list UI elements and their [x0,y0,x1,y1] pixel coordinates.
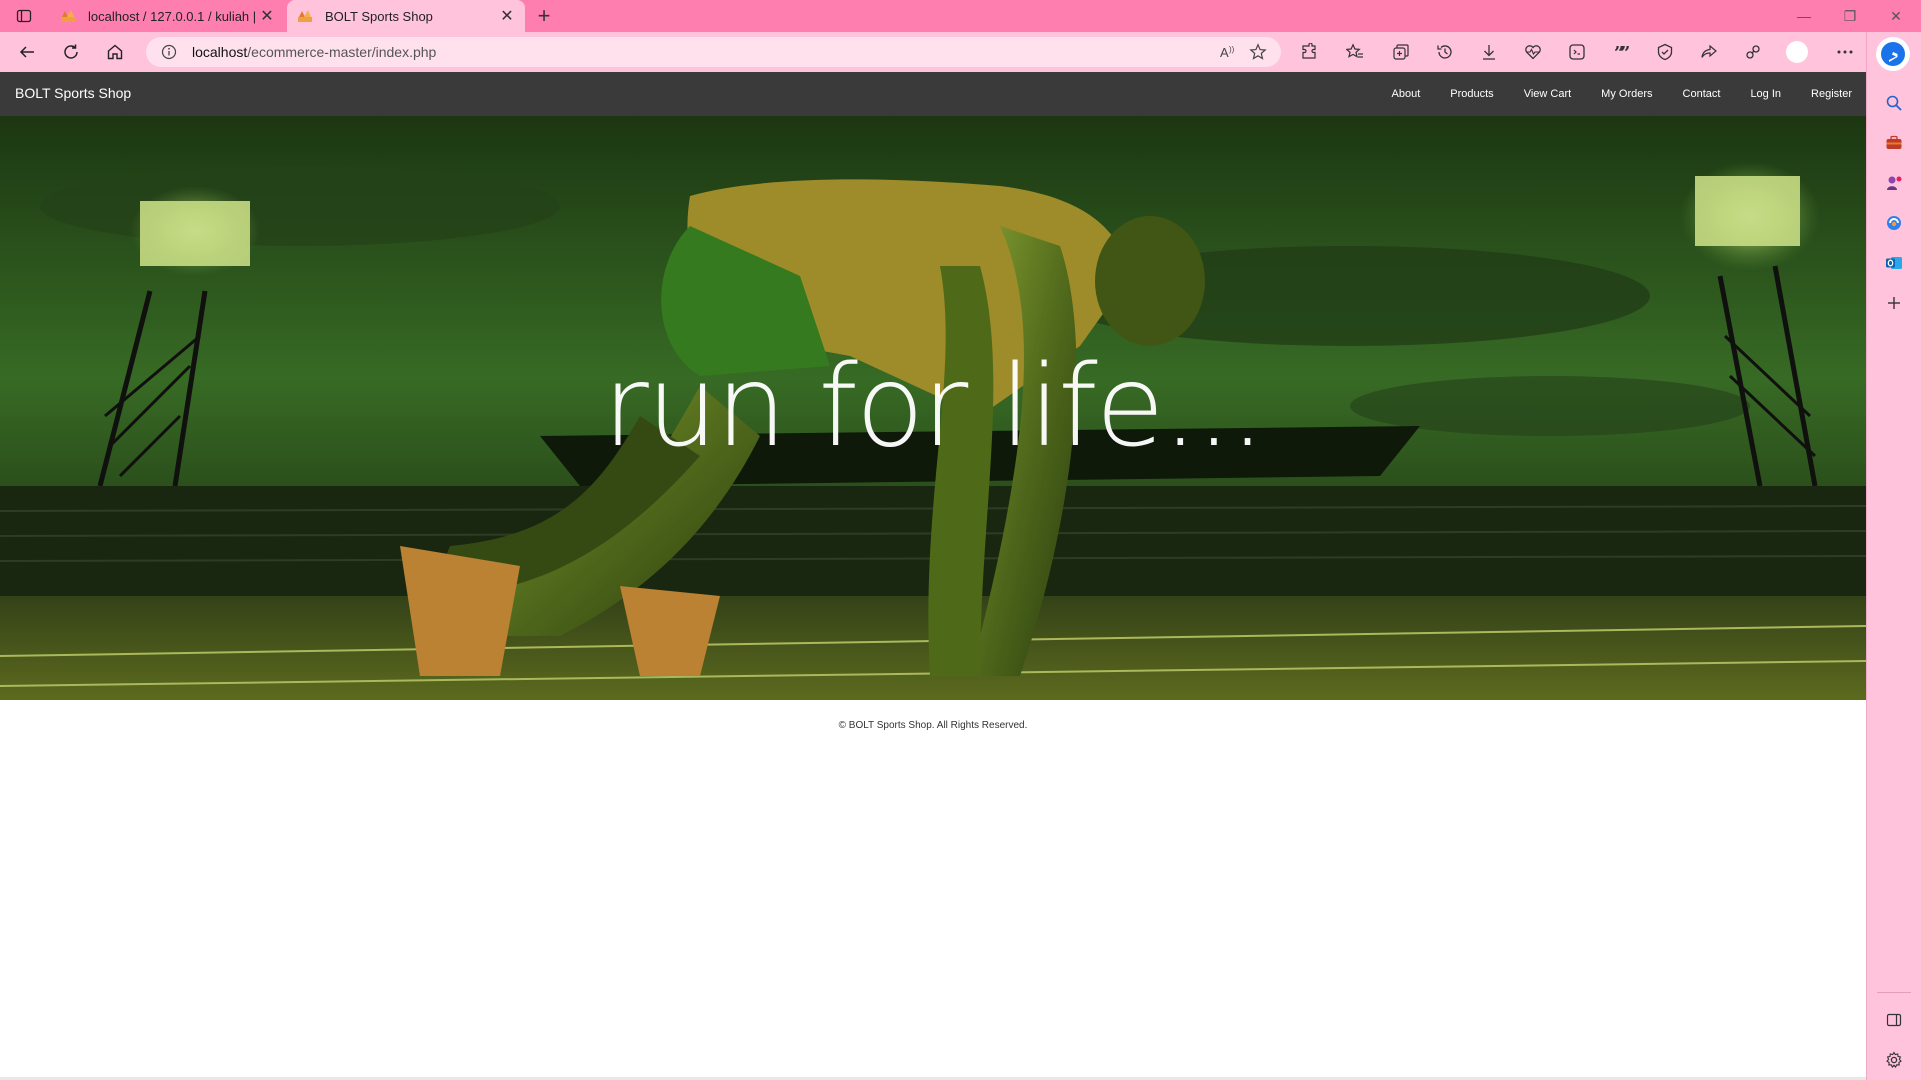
sidebar-outlook-icon[interactable] [1881,250,1907,276]
phpmyadmin-favicon-icon [60,8,76,24]
favorites-icon[interactable] [1342,40,1368,64]
tab-strip: localhost / 127.0.0.1 / kuliah | ph ✕ BO… [0,0,1921,32]
tab-phpmyadmin[interactable]: localhost / 127.0.0.1 / kuliah | ph ✕ [50,0,285,32]
share-icon[interactable] [1696,40,1722,64]
browser-toolbar: localhost/ecommerce-master/index.php A))… [0,32,1866,72]
nav-links: About Products View Cart My Orders Conta… [1362,72,1852,116]
svg-text:)): )) [1229,45,1235,54]
new-tab-icon[interactable]: + [532,3,556,28]
history-icon[interactable] [1432,40,1458,64]
nav-products[interactable]: Products [1450,88,1493,100]
close-tab-icon[interactable]: ✕ [495,4,519,28]
site-info-icon[interactable] [160,43,178,61]
downloads-icon[interactable] [1476,40,1502,64]
browser-essentials-icon[interactable] [1652,40,1678,64]
read-aloud-icon[interactable]: A)) [1213,40,1243,64]
refresh-icon[interactable] [56,38,86,66]
nav-about[interactable]: About [1392,88,1421,100]
sidebar-hide-icon[interactable] [1881,1007,1907,1033]
profile-avatar[interactable] [1786,41,1808,63]
hero-tagline: run for life... [602,342,1266,472]
hero-banner: run for life... [0,116,1866,700]
url-path: /ecommerce-master/index.php [247,44,437,60]
nav-log-in[interactable]: Log In [1750,88,1781,100]
url-host: localhost [192,44,248,60]
site-footer: © BOLT Sports Shop. All Rights Reserved. [838,720,1028,731]
tab-title: BOLT Sports Shop [325,8,433,24]
back-icon[interactable] [12,38,42,66]
sidebar-search-icon[interactable] [1881,90,1907,116]
nav-my-orders[interactable]: My Orders [1601,88,1652,100]
brand-link[interactable]: BOLT Sports Shop [15,85,131,101]
citations-quote-icon[interactable]: ”” [1608,40,1634,64]
nav-contact[interactable]: Contact [1683,88,1721,100]
page-viewport: BOLT Sports Shop About Products View Car… [0,72,1866,1080]
nav-register[interactable]: Register [1811,88,1852,100]
close-tab-icon[interactable]: ✕ [255,4,279,28]
edge-sidebar [1866,32,1921,1080]
restore-icon[interactable]: ❐ [1827,0,1873,32]
extensions-puzzle-icon[interactable] [1740,40,1766,64]
address-bar[interactable]: localhost/ecommerce-master/index.php A)) [146,37,1281,67]
minimize-icon[interactable]: — [1781,0,1827,32]
favorite-star-icon[interactable] [1243,40,1273,64]
home-icon[interactable] [100,38,130,66]
svg-text:”: ” [1620,43,1630,61]
sidebar-add-icon[interactable] [1881,290,1907,316]
sidebar-tools-briefcase-icon[interactable] [1881,130,1907,156]
close-window-icon[interactable]: ✕ [1873,0,1919,32]
tab-bolt-sports-shop[interactable]: BOLT Sports Shop ✕ [287,0,525,32]
collections-icon[interactable] [1388,40,1414,64]
tab-title: localhost / 127.0.0.1 / kuliah | ph [88,8,255,24]
phpmyadmin-favicon-icon [297,8,313,24]
sidebar-games-icon[interactable] [1881,170,1907,196]
web-capture-icon[interactable] [1564,40,1590,64]
sidebar-settings-gear-icon[interactable] [1881,1047,1907,1073]
extensions-icon[interactable] [1296,40,1322,64]
sidebar-microsoft365-icon[interactable] [1881,210,1907,236]
nav-view-cart[interactable]: View Cart [1524,88,1571,100]
copilot-bing-icon[interactable] [1876,37,1910,71]
performance-heart-icon[interactable] [1520,40,1546,64]
sidebar-divider [1877,992,1911,993]
site-navbar: BOLT Sports Shop About Products View Car… [0,72,1866,116]
url-text[interactable]: localhost/ecommerce-master/index.php [192,44,1213,60]
tab-actions-icon[interactable] [12,6,36,26]
more-options-icon[interactable] [1832,40,1858,64]
svg-text:A: A [1220,45,1229,60]
